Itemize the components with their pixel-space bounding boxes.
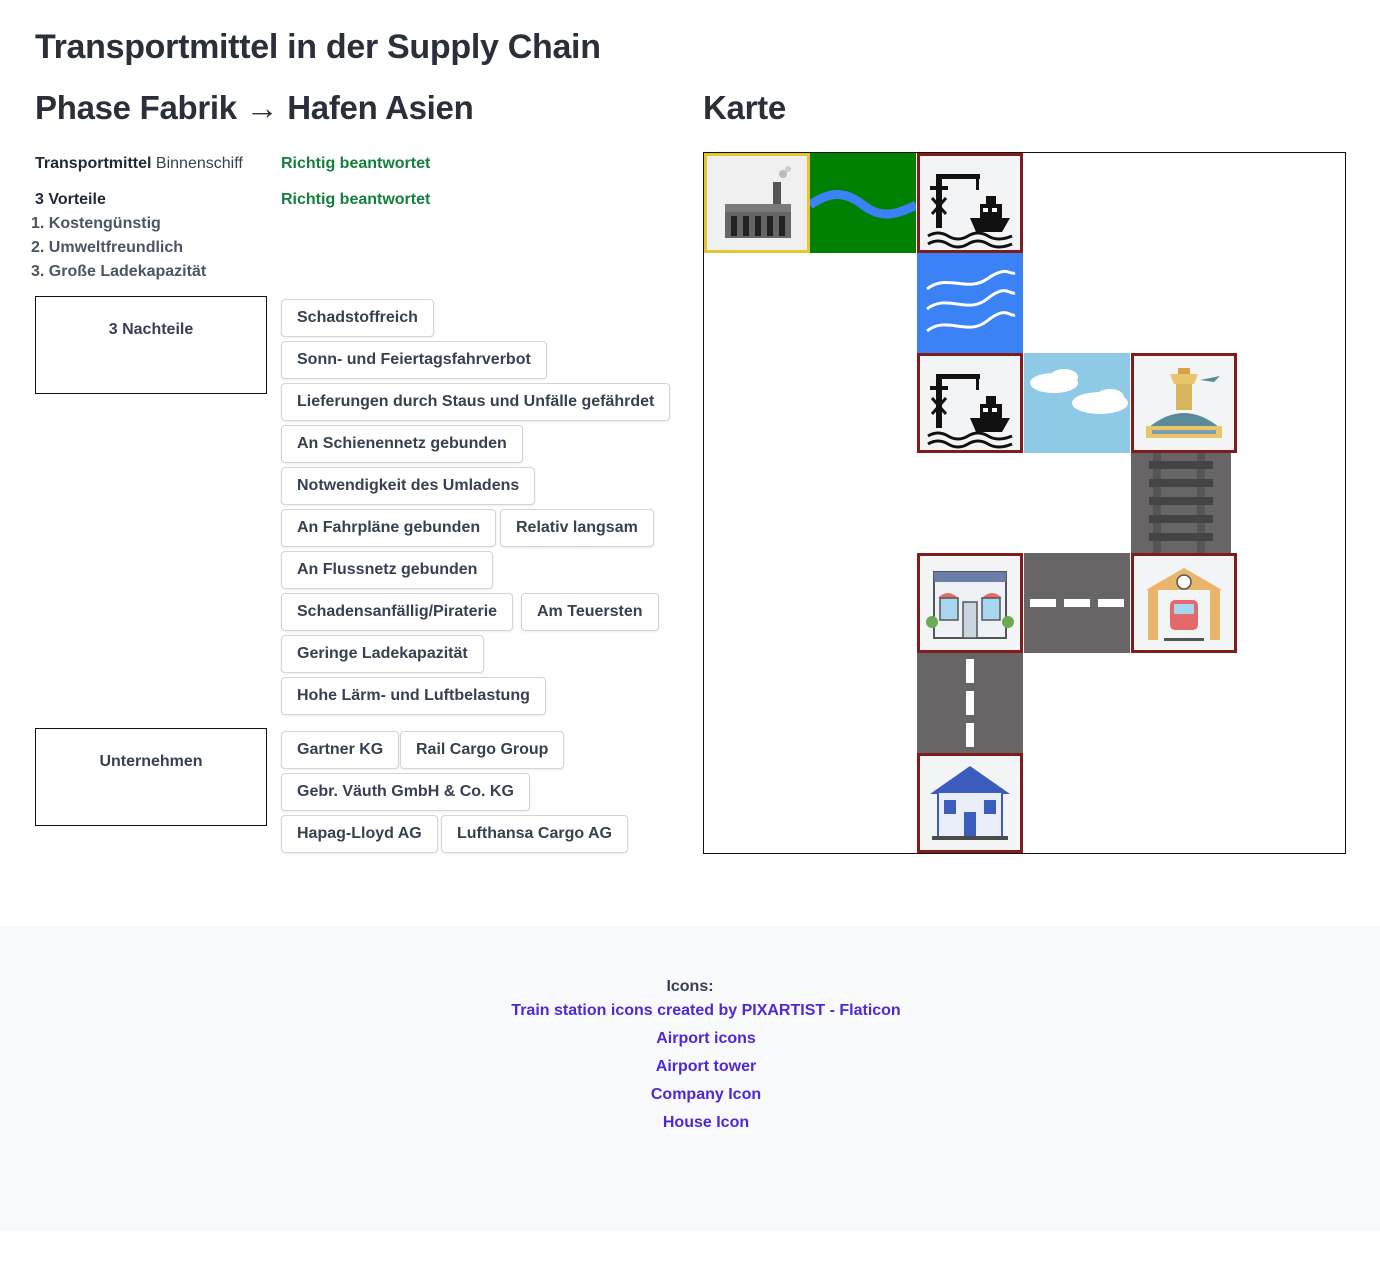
sea-icon [917,253,1023,353]
companies-dropzone-label: Unternehmen [99,753,203,770]
companies-dropzone[interactable]: Unternehmen [35,728,267,826]
icon-credit-link[interactable]: Airport tower [0,1058,1380,1076]
icon-credit-link[interactable]: Airport icons [0,1030,1380,1048]
advantages-label: 3 Vorteile [35,191,106,208]
rail-icon [1131,453,1231,553]
advantage-item: 2. Umweltfreundlich [31,239,184,256]
transport-answer: Transportmittel Binnenschiff [35,155,243,173]
disadvantage-chip[interactable]: Notwendigkeit des Umladens [281,467,536,505]
advantage-item: 1. Kostengünstig [31,215,161,232]
shop-icon [917,553,1023,653]
map [703,152,1346,854]
road-icon [917,653,1023,753]
disadvantage-chip[interactable]: Am Teuersten [521,593,659,631]
port-icon [917,153,1023,253]
company-chip[interactable]: Gebr. Väuth GmbH & Co. KG [281,773,530,811]
disadvantage-chip[interactable]: Schadstoffreich [281,299,434,337]
company-chip[interactable]: Hapag-Lloyd AG [281,815,438,853]
disadvantage-chip[interactable]: Geringe Ladekapazität [281,635,484,673]
port-icon [917,353,1023,453]
disadvantage-chip[interactable]: Lieferungen durch Staus und Unfälle gefä… [281,383,671,421]
company-chip[interactable]: Lufthansa Cargo AG [441,815,628,853]
disadvantages-dropzone[interactable]: 3 Nachteile [35,296,267,394]
map-title: Karte [703,89,786,126]
disadvantage-chip[interactable]: Schadensanfällig/Piraterie [281,593,514,631]
road-icon [1024,553,1130,653]
disadvantages-dropzone-label: 3 Nachteile [108,321,194,338]
disadvantage-chip[interactable]: Relativ langsam [500,509,654,547]
footer: Icons: Train station icons created by PI… [0,926,1380,1231]
airport-icon [1131,353,1237,453]
river-icon [810,153,916,253]
disadvantage-chip[interactable]: An Fahrpläne gebunden [281,509,497,547]
icon-credit-link[interactable]: Company Icon [0,1086,1380,1104]
sky-icon [1024,353,1130,453]
phase-title: Phase Fabrik → Hafen Asien [35,89,474,126]
company-chip[interactable]: Gartner KG [281,731,400,769]
icon-credit-link[interactable]: House Icon [0,1114,1380,1132]
train-station-icon [1131,553,1237,653]
transport-value: Binnenschiff [155,155,243,172]
company-chip[interactable]: Rail Cargo Group [400,731,565,769]
disadvantage-chip[interactable]: Hohe Lärm- und Luftbelastung [281,677,546,715]
icons-label: Icons: [666,978,714,995]
transport-label: Transportmittel [35,155,152,172]
page-title: Transportmittel in der Supply Chain [35,28,601,66]
disadvantage-chip[interactable]: Sonn- und Feiertagsfahrverbot [281,341,547,379]
icon-credit-link[interactable]: Train station icons created by PIXARTIST… [0,1002,1380,1020]
factory-icon [704,153,810,253]
advantages-status: Richtig beantwortet [281,191,431,208]
house-icon [917,753,1023,853]
advantage-item: 3. Große Ladekapazität [31,263,207,280]
disadvantage-chip[interactable]: An Flussnetz gebunden [281,551,494,589]
disadvantage-chip[interactable]: An Schienennetz gebunden [281,425,523,463]
transport-status: Richtig beantwortet [281,155,431,172]
